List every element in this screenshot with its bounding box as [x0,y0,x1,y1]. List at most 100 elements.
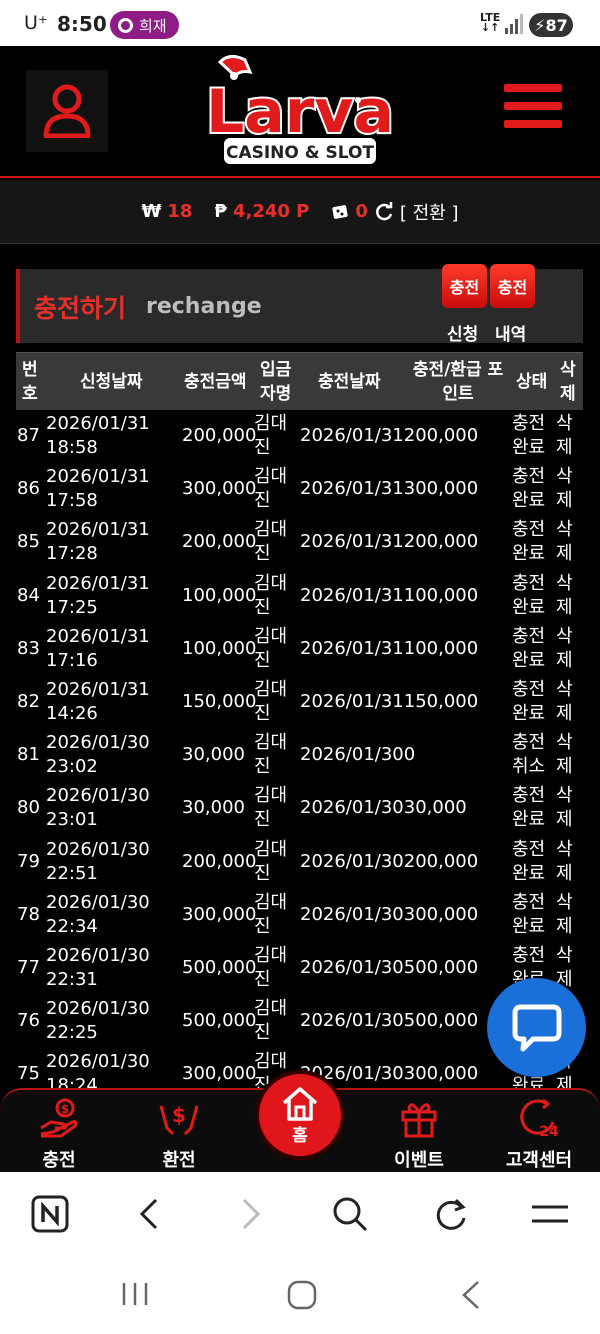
forward-icon[interactable] [230,1194,270,1234]
carrier-label: U⁺ [24,12,48,34]
row-number: 77 [17,957,40,978]
row-status: 충전완료 [512,572,546,618]
charge-request-label[interactable]: 신청 [447,320,478,345]
table-row: 78 2026/01/30 22:34 300,000 김대 진 2026/01/30300… [16,889,583,942]
refresh-page-icon[interactable] [430,1194,470,1234]
nav-charge-label: 충전 [42,1150,76,1171]
row-request-datetime: 2026/01/30 22:34 [46,891,150,937]
row-status: 충전완료 [512,413,546,458]
nav-home-label: 홈 [292,1125,308,1146]
switch-button[interactable]: [ 전환 ] [400,199,459,225]
nav-support[interactable]: 24 고객센터 [494,1098,584,1172]
svg-text:24: 24 [539,1124,559,1138]
row-number: 86 [17,478,40,500]
row-depositor: 김대 진 [254,519,288,565]
row-depositor: 김대 진 [254,891,288,937]
row-request-datetime: 2026/01/30 23:02 [46,732,150,778]
table-row: 82 2026/01/31 14:26 150,000 김대 진 2026/01/31150… [16,676,583,729]
network-label: LTE [480,11,501,24]
col-bonus-points: 충전/환급 포 인트 [412,360,504,404]
table-row: 86 2026/01/31 17:58 300,000 김대 진 2026/01/31300… [16,463,583,516]
site-header: Larva CASINO & SLOT [0,46,600,178]
row-request-datetime: 2026/01/31 17:25 [46,572,150,618]
row-number: 85 [17,531,40,553]
row-delete-button[interactable]: 삭제 [556,518,573,566]
status-bar: U⁺ 8:50 희재 LTE ↓↑ ⚡ 87 [0,0,600,46]
chat-button[interactable] [487,978,586,1077]
call-pill[interactable]: 희재 [110,11,179,39]
nav-event[interactable]: 이벤트 [374,1098,464,1172]
battery-indicator: ⚡ 87 [529,13,573,37]
menu-icon[interactable] [530,1194,570,1234]
panel-subtitle: rechange [146,294,262,319]
history-table-body: 87 2026/01/31 18:58 200,000 김대 진 2026/01/31200… [16,410,583,1090]
row-number: 83 [17,637,40,659]
row-depositor: 김대 진 [254,572,288,618]
row-status: 충전완료 [512,891,546,937]
row-charge-date-points: 2026/01/31150,000 [300,691,479,712]
logo-main-text: Larva [206,77,394,147]
col-delete: 삭제 [560,360,576,404]
row-delete-button[interactable]: 삭제 [556,465,573,513]
row-number: 84 [17,584,40,606]
row-charge-date-points: 2026/01/30500,000 [300,1010,479,1032]
user-button[interactable] [26,70,108,152]
row-number: 76 [17,1010,40,1032]
table-row: 79 2026/01/30 22:51 200,000 김대 진 2026/01/30200… [16,836,583,889]
nav-support-label: 고객센터 [505,1150,573,1171]
col-depositor: 입금 자명 [260,360,292,404]
row-depositor: 김대 진 [254,732,288,778]
row-amount: 300,000 [182,903,257,925]
point-balance: 4,240 P [232,201,310,222]
recents-icon[interactable] [118,1280,152,1308]
nav-exchange[interactable]: $ 환전 [134,1098,224,1172]
back-icon[interactable] [130,1194,170,1234]
col-amount: 충전금액 [184,372,247,392]
row-status: 충전완료 [512,679,546,724]
row-delete-button[interactable]: 삭제 [556,625,573,673]
browser-toolbar [0,1172,600,1254]
row-depositor: 김대 진 [254,679,288,724]
charge-request-button[interactable]: 충전 [442,264,487,308]
table-row: 77 2026/01/30 22:31 500,000 김대 진 2026/01/30500… [16,942,583,995]
naver-icon[interactable] [30,1194,70,1234]
row-delete-button[interactable]: 삭제 [556,412,573,460]
system-nav-bar [0,1254,600,1334]
row-delete-button[interactable]: 삭제 [556,678,573,726]
point-icon: ₱ [214,201,227,222]
back-system-icon[interactable] [458,1279,486,1311]
home-system-icon[interactable] [286,1279,318,1311]
network-indicator: LTE ↓↑ [480,11,501,34]
row-depositor: 김대 진 [254,625,288,671]
charge-history-label[interactable]: 내역 [495,320,526,345]
row-delete-button[interactable]: 삭제 [556,572,573,620]
search-icon[interactable] [330,1194,370,1234]
row-delete-button[interactable]: 삭제 [556,731,573,779]
row-amount: 100,000 [182,637,257,659]
row-status: 충전완료 [512,519,546,565]
table-row: 80 2026/01/30 23:01 30,000 김대 진 2026/01/3030,0… [16,782,583,835]
row-amount: 200,000 [182,531,257,553]
chat-icon [512,1004,561,1051]
row-delete-button[interactable]: 삭제 [556,891,573,939]
site-logo[interactable]: Larva CASINO & SLOT [200,52,400,170]
row-delete-button[interactable]: 삭제 [556,838,573,886]
row-charge-date-points: 2026/01/31200,000 [300,531,479,553]
nav-charge[interactable]: $ 충전 [14,1098,104,1172]
refresh-icon[interactable] [374,201,394,222]
row-status: 충전완료 [512,838,546,884]
row-charge-date-points: 2026/01/31100,000 [300,584,479,606]
hamburger-icon[interactable] [504,84,562,136]
row-request-datetime: 2026/01/31 17:16 [46,625,150,671]
row-amount: 150,000 [182,691,257,712]
row-depositor: 김대 진 [254,945,288,990]
charge-history-button[interactable]: 충전 [490,264,535,308]
nav-home[interactable]: 홈 [255,1070,345,1160]
row-delete-button[interactable]: 삭제 [556,784,573,832]
row-number: 81 [17,744,40,766]
balance-bar: ₩ 18 ₱ 4,240 P 0 [ 전환 ] [0,180,600,244]
row-amount: 500,000 [182,1010,257,1032]
nav-exchange-label: 환전 [162,1150,196,1171]
won-icon: ₩ [141,201,162,222]
row-depositor: 김대 진 [254,413,288,458]
